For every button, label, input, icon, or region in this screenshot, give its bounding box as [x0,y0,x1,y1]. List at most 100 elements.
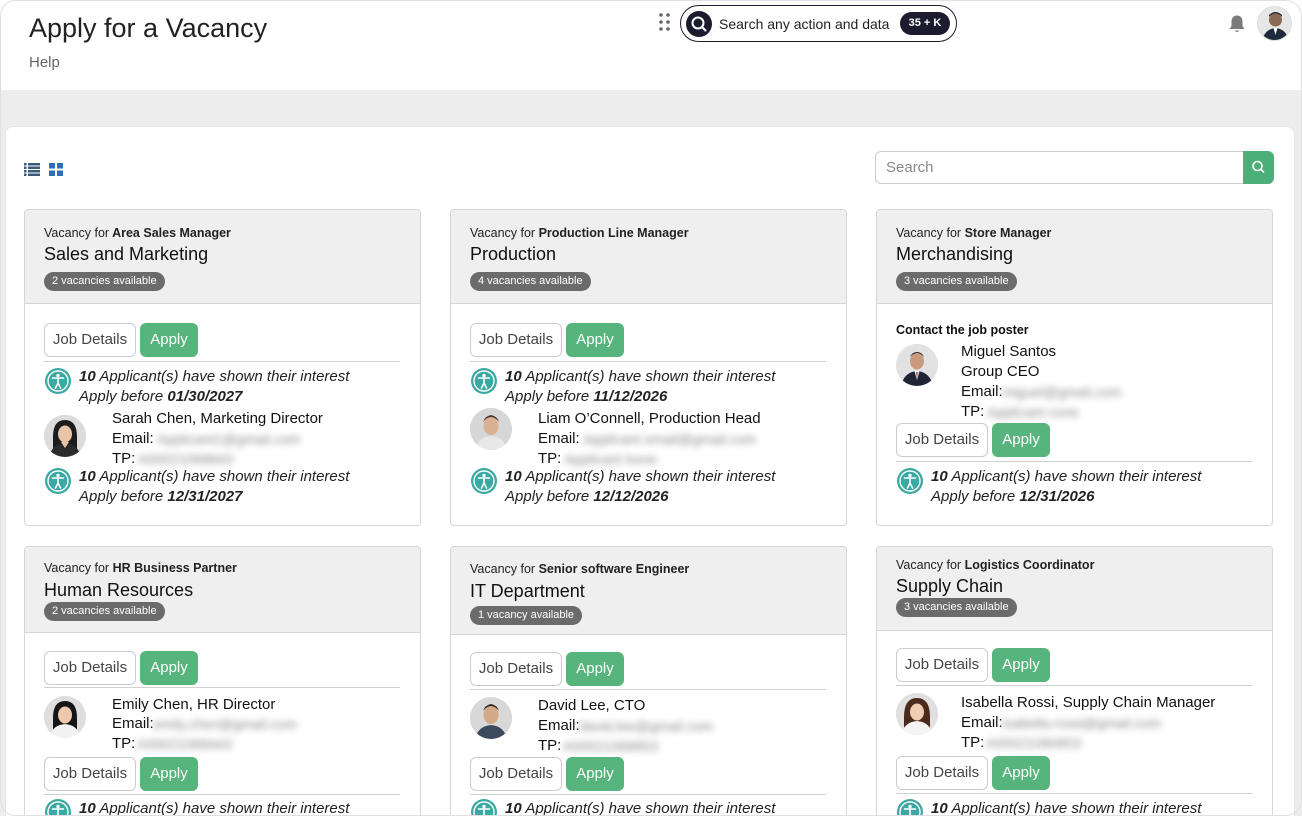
shortcut-badge: 35 + K [900,12,950,35]
interest-suffix: Applicant(s) have shown their interest [951,800,1202,816]
deadline-text: Apply before 12/31/2027 [79,488,242,505]
interest-text: 10 Applicant(s) have shown their interes… [79,800,349,816]
department-name: Human Resources [44,580,194,600]
vacancy-prefix: Vacancy for [896,226,962,240]
divider [44,687,400,688]
apps-grid-icon[interactable] [658,12,672,32]
command-search[interactable]: Search any action and data 35 + K [680,5,957,42]
vacancies-badge: 3 vacancies available [896,598,1017,617]
accessibility-icon [897,799,923,816]
vacancies-badge: 1 vacancy available [470,606,583,625]
command-search-label: Search any action and data [719,16,890,32]
bell-icon[interactable] [1228,14,1246,34]
interest-suffix: Applicant(s) have shown their interest [99,468,350,485]
email-label: Email: [538,430,580,447]
deadline-date: 12/31/2026 [1019,488,1095,505]
contact-title: Group CEO [961,363,1040,380]
card-header: Vacancy for HR Business Partner Human Re… [25,547,420,633]
interest-text: 10 Applicant(s) have shown their interes… [505,800,775,816]
interest-suffix: Applicant(s) have shown their interest [525,800,776,816]
contact-name: Miguel Santos [961,343,1057,360]
deadline-text: Apply before 11/12/2026 [505,388,667,405]
apply-button[interactable]: Apply [992,648,1050,682]
interest-text: 10 Applicant(s) have shown their interes… [79,468,349,485]
job-details-button[interactable]: Job Details [896,423,988,457]
apply-button[interactable]: Apply [140,651,198,685]
accessibility-icon [45,799,71,816]
applicant-count: 10 [505,468,522,485]
interest-text: 10 Applicant(s) have shown their interes… [505,368,775,385]
divider [896,461,1252,462]
divider [44,794,400,795]
job-details-button[interactable]: Job Details [44,651,136,685]
contact-name: David Lee, CTO [538,697,646,714]
list-view-icon[interactable] [24,163,40,176]
vacancy-card-merchandising: Vacancy for Store Manager Merchandising … [876,209,1273,526]
job-details-button[interactable]: Job Details [44,323,136,357]
vacancy-title: Vacancy for Area Sales Manager [44,226,231,240]
applicant-count: 10 [79,800,96,816]
contact-email: isabella.rossi@gmail.com [1002,715,1161,731]
interest-suffix: Applicant(s) have shown their interest [99,368,350,385]
applicant-count: 10 [931,800,948,816]
search-input[interactable] [875,151,1245,184]
grid-view-icon[interactable] [49,163,63,176]
divider [896,685,1252,686]
tp-label: TP: [538,450,562,467]
vacancy-title: Vacancy for Senior software Engineer [470,562,689,576]
accessibility-icon [45,368,71,394]
vacancy-title: Vacancy for Production Line Manager [470,226,689,240]
vacancy-card-sales: Vacancy for Area Sales Manager Sales and… [24,209,421,526]
deadline-date: 12/31/2027 [167,488,243,505]
apply-button[interactable]: Apply [566,323,624,357]
vacancy-title: Vacancy for Store Manager [896,226,1051,240]
vacancy-title: Vacancy for Logistics Coordinator [896,558,1094,572]
interest-suffix: Applicant(s) have shown their interest [525,468,776,485]
deadline-date: 01/30/2027 [167,388,243,405]
job-details-button[interactable]: Job Details [470,323,562,357]
tp-label: TP: [961,734,985,751]
apply-button[interactable]: Apply [566,757,624,791]
contact-name: Sarah Chen, Marketing Director [112,410,323,427]
apply-button[interactable]: Apply [992,756,1050,790]
vacancies-badge: 2 vacancies available [44,602,165,621]
card-header: Vacancy for Area Sales Manager Sales and… [25,210,420,304]
vacancy-card-supply-chain: Vacancy for Logistics Coordinator Supply… [876,546,1273,816]
apply-button[interactable]: Apply [140,757,198,791]
search-icon [686,11,712,37]
vacancy-card-it: Vacancy for Senior software Engineer IT … [450,546,847,816]
help-link[interactable]: Help [29,54,60,71]
user-avatar[interactable] [1257,6,1292,41]
divider [470,794,826,795]
contact-avatar [44,415,86,457]
contact-phone: Applicant cone [987,404,1079,420]
job-details-button[interactable]: Job Details [896,648,988,682]
contact-phone: A00021068843 [138,451,233,467]
tp-label: TP: [961,403,985,420]
card-header: Vacancy for Senior software Engineer IT … [451,547,846,635]
top-bar: Apply for a Vacancy Help Search any acti… [0,0,1302,90]
contact-phone: A00021068443 [137,736,232,752]
apply-before-label: Apply before [505,488,590,505]
interest-text: 10 Applicant(s) have shown their interes… [931,468,1201,485]
job-details-button[interactable]: Job Details [470,757,562,791]
email-label: Email: [112,715,154,732]
search-button[interactable] [1243,151,1274,184]
vacancy-role: Area Sales Manager [112,226,231,240]
apply-button[interactable]: Apply [566,652,624,686]
vacancy-prefix: Vacancy for [896,558,962,572]
department-name: Merchandising [896,244,1014,264]
apply-button[interactable]: Apply [992,423,1050,457]
job-details-button[interactable]: Job Details [44,757,136,791]
contact-name: Liam O’Connell, Production Head [538,410,761,427]
apply-button[interactable]: Apply [140,323,198,357]
vacancies-badge: 2 vacancies available [44,272,165,291]
job-details-button[interactable]: Job Details [470,652,562,686]
contact-email: emily.chen@gmail.com [153,716,297,732]
interest-suffix: Applicant(s) have shown their interest [951,468,1202,485]
department-name: Supply Chain [896,576,1004,596]
job-details-button[interactable]: Job Details [896,756,988,790]
email-label: Email: [112,430,154,447]
apply-before-label: Apply before [79,488,164,505]
contact-poster-label: Contact the job poster [896,323,1029,337]
